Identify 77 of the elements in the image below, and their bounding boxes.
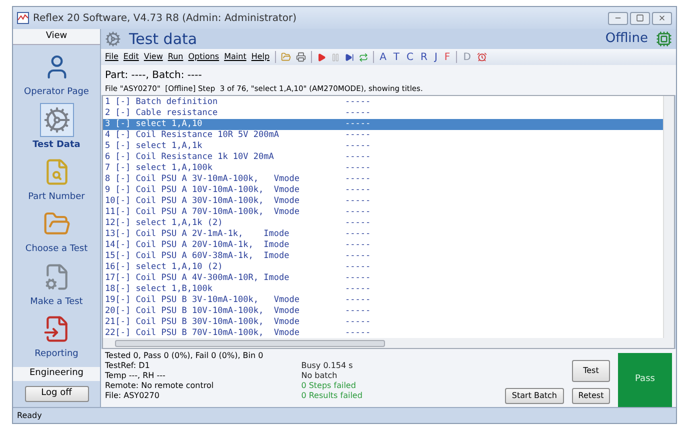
- info-text: TestRef: D1: [105, 361, 151, 371]
- app-icon: [17, 12, 29, 24]
- play-icon[interactable]: [316, 52, 326, 62]
- step-row[interactable]: 8 [-] Coil PSU A 3V-10mA-100k, Vmode -----: [103, 174, 663, 185]
- sidebar-item[interactable]: Test Data: [13, 102, 100, 152]
- info-text: 0 Results failed: [301, 391, 362, 401]
- step-row[interactable]: 13[-] Coil PSU A 2V-1mA-1k, Imode -----: [103, 229, 663, 240]
- vertical-scrollbar[interactable]: [663, 96, 674, 338]
- menu-item[interactable]: Help: [251, 51, 270, 63]
- sidebar-item[interactable]: Part Number: [13, 155, 100, 205]
- page-title: Test data: [129, 28, 198, 50]
- menu-item[interactable]: Run: [168, 51, 184, 63]
- clock-icon[interactable]: [476, 52, 487, 62]
- toolbar-letter-button[interactable]: C: [406, 50, 415, 64]
- retest-button[interactable]: Retest: [572, 388, 610, 404]
- maximize-icon: [636, 14, 644, 22]
- menu-item[interactable]: View: [144, 51, 163, 63]
- horizontal-scrollbar[interactable]: [103, 338, 674, 348]
- step-row[interactable]: 11[-] Coil PSU A 70V-10mA-100k, Vmode -----: [103, 207, 663, 218]
- part-batch-label: Part: ----, Batch: ----: [105, 69, 203, 83]
- start-batch-button[interactable]: Start Batch: [504, 388, 564, 404]
- step-row[interactable]: 19[-] Coil PSU B 3V-10mA-100k, Vmode -----: [103, 295, 663, 306]
- test-button[interactable]: Test: [572, 360, 610, 382]
- sidebar-item[interactable]: Operator Page: [13, 50, 100, 100]
- sidebar-header: View: [13, 29, 100, 45]
- sidebar-item[interactable]: Reporting: [13, 312, 100, 362]
- window-title: Reflex 20 Software, V4.73 R8 (Admin: Administrator): [33, 12, 297, 26]
- connection-status: Offline: [605, 30, 648, 48]
- result-panel: Pass: [618, 353, 672, 407]
- loop-icon[interactable]: [358, 52, 368, 62]
- step-row[interactable]: 6 [-] Coil Resistance 1k 10V 20mA -----: [103, 152, 663, 163]
- step-row[interactable]: 5 [-] select 1,A,1k -----: [103, 141, 663, 152]
- step-row[interactable]: 3 [-] select 1,A,10 -----: [103, 119, 663, 130]
- info-text: Temp ---, RH ---: [105, 371, 166, 381]
- step-row[interactable]: 16[-] select 1,A,10 (2) -----: [103, 262, 663, 273]
- status-text: Ready: [17, 410, 42, 422]
- info-text: No batch: [301, 371, 338, 381]
- menu-item[interactable]: Edit: [123, 51, 139, 63]
- step-row[interactable]: 10[-] Coil PSU A 30V-10mA-100k, Vmode -----: [103, 196, 663, 207]
- sidebar-header: Engineering: [13, 367, 100, 381]
- step-row[interactable]: 17[-] Coil PSU A 4V-300mA-10R, Imode -----: [103, 273, 663, 284]
- step-row[interactable]: 9 [-] Coil PSU A 10V-10mA-100k, Vmode -----: [103, 185, 663, 196]
- toolbar-letter-button[interactable]: F: [443, 50, 452, 64]
- step-row[interactable]: 7 [-] select 1,A,100k -----: [103, 163, 663, 174]
- print-icon[interactable]: [296, 52, 306, 62]
- toolbar-letter-button[interactable]: T: [392, 50, 401, 64]
- pause-icon[interactable]: [330, 52, 340, 62]
- minimize-button[interactable]: [608, 12, 628, 24]
- step-row[interactable]: 21[-] Coil PSU B 30V-10mA-100k, Vmode -----: [103, 317, 663, 328]
- step-row[interactable]: 2 [-] Cable resistance -----: [103, 108, 663, 119]
- step-row[interactable]: 14[-] Coil PSU A 20V-10mA-1k, Imode -----: [103, 240, 663, 251]
- menu-item[interactable]: File: [105, 51, 118, 63]
- close-button[interactable]: [652, 12, 672, 24]
- step-row[interactable]: 15[-] Coil PSU A 60V-38mA-1k, Imode -----: [103, 251, 663, 262]
- folder-icon[interactable]: [280, 52, 291, 62]
- menu-item[interactable]: Options: [188, 51, 220, 63]
- info-text: 0 Steps failed: [301, 381, 357, 391]
- info-text: Remote: No remote control: [105, 381, 215, 391]
- toolbar-letter-button[interactable]: R: [420, 50, 428, 64]
- info-text: File: ASY0270: [105, 391, 160, 401]
- step-row[interactable]: 1 [-] Batch definition -----: [103, 97, 663, 108]
- summary-text: Tested 0, Pass 0 (0%), Fail 0 (0%), Bin 0: [105, 351, 264, 361]
- step-row[interactable]: 22[-] Coil PSU B 70V-10mA-100k, Vmode -----: [103, 328, 663, 339]
- step-row[interactable]: 12[-] select 1,A,1k (2) -----: [103, 218, 663, 229]
- close-icon: [658, 14, 666, 22]
- sidebar-item[interactable]: Choose a Test: [13, 207, 100, 257]
- maximize-button[interactable]: [630, 12, 650, 24]
- sidebar-item[interactable]: Make a Test: [13, 260, 100, 310]
- info-text: Busy 0.154 s: [301, 361, 354, 371]
- toolbar-letter-button[interactable]: J: [433, 50, 438, 64]
- step-icon[interactable]: [344, 52, 354, 62]
- logoff-button[interactable]: Log off: [24, 386, 88, 402]
- menu-item[interactable]: Maint: [224, 51, 246, 63]
- step-row[interactable]: 20[-] Coil PSU B 10V-10mA-100k, Vmode -----: [103, 306, 663, 317]
- step-row[interactable]: 18[-] select 1,B,100k -----: [103, 284, 663, 295]
- step-row[interactable]: 4 [-] Coil Resistance 10R 5V 200mA -----: [103, 130, 663, 141]
- toolbar-letter-button[interactable]: A: [378, 50, 388, 64]
